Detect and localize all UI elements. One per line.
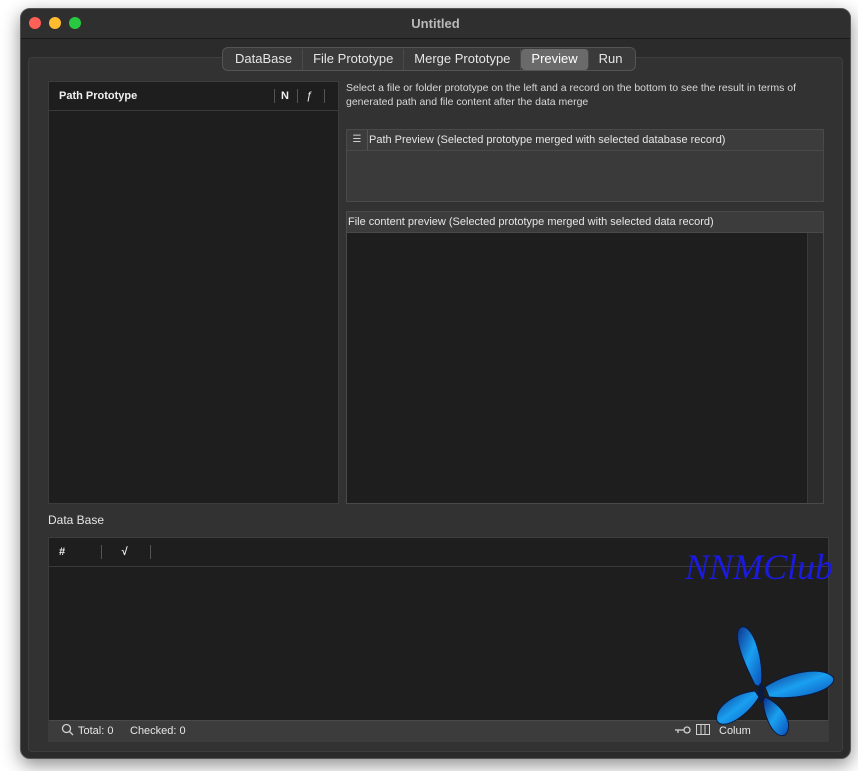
tab-file-prototype[interactable]: File Prototype <box>303 49 405 70</box>
column-separator <box>324 89 325 103</box>
column-header-function[interactable]: ƒ <box>306 90 312 102</box>
path-prototype-table[interactable]: Path Prototype N ƒ <box>48 81 339 504</box>
database-label: Data Base <box>48 513 105 527</box>
tab-preview[interactable]: Preview <box>521 49 589 70</box>
key-icon[interactable] <box>675 721 691 741</box>
path-prototype-table-header: Path Prototype N ƒ <box>49 82 338 111</box>
column-header-number[interactable]: # <box>59 546 65 558</box>
tab-database[interactable]: DataBase <box>225 49 304 70</box>
file-content-preview-panel[interactable]: File content preview (Selected prototype… <box>346 211 824 504</box>
app-window: Untitled DataBase File Prototype Merge P… <box>20 8 851 759</box>
column-separator <box>274 89 275 103</box>
search-icon[interactable] <box>61 721 74 741</box>
path-preview-panel[interactable]: ☰ Path Preview (Selected prototype merge… <box>346 129 824 202</box>
path-preview-title: Path Preview (Selected prototype merged … <box>369 134 726 146</box>
instructions-text: Select a file or folder prototype on the… <box>346 82 797 108</box>
tab-run[interactable]: Run <box>589 49 633 70</box>
watermark-text: NNMClub <box>685 547 834 587</box>
window-title: Untitled <box>411 16 460 31</box>
column-separator <box>150 545 151 559</box>
column-separator <box>101 545 102 559</box>
total-count: Total: 0 <box>78 725 114 737</box>
list-icon[interactable]: ☰ <box>347 130 368 150</box>
path-preview-header: ☰ Path Preview (Selected prototype merge… <box>347 130 823 151</box>
vertical-scrollbar[interactable] <box>807 233 823 503</box>
column-header-checked[interactable]: √ <box>121 546 127 558</box>
butterfly-logo <box>703 621 843 746</box>
checked-count: Checked: 0 <box>130 725 186 737</box>
file-content-preview-title: File content preview (Selected prototype… <box>347 212 823 233</box>
column-header-n[interactable]: N <box>281 90 289 102</box>
tab-bar: DataBase File Prototype Merge Prototype … <box>222 47 636 71</box>
tab-merge-prototype[interactable]: Merge Prototype <box>404 49 522 70</box>
title-bar[interactable]: Untitled <box>21 9 850 39</box>
column-separator <box>297 89 298 103</box>
column-header-path-prototype[interactable]: Path Prototype <box>59 90 137 102</box>
